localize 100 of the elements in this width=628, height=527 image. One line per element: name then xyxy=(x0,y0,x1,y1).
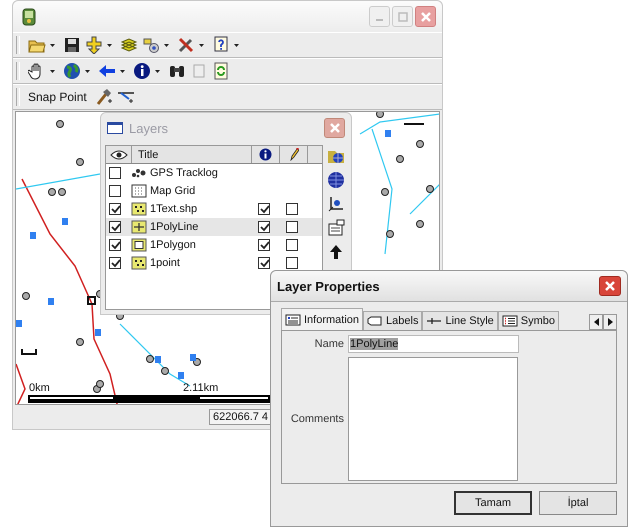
tag-icon xyxy=(367,315,384,327)
map-point xyxy=(48,188,56,196)
caret-icon[interactable] xyxy=(50,44,55,46)
comments-label: Comments xyxy=(290,413,344,425)
up-arrow-icon[interactable] xyxy=(327,243,345,261)
map-marker xyxy=(16,320,22,327)
layer-row[interactable]: 1Text.shp xyxy=(106,200,322,218)
window-title: Layers xyxy=(129,120,168,136)
map-marker xyxy=(62,218,68,225)
close-icon xyxy=(328,122,340,134)
info-checkbox[interactable] xyxy=(258,203,270,215)
map-point xyxy=(416,140,424,148)
map-point xyxy=(76,338,84,346)
eye-icon xyxy=(110,148,128,160)
layer-name: 1PolyLine xyxy=(150,221,198,233)
cancel-button[interactable]: İptal xyxy=(539,491,617,515)
info-checkbox[interactable] xyxy=(258,257,270,269)
maximize-icon xyxy=(398,12,408,22)
layer-row[interactable]: 1PolyLine xyxy=(106,218,322,236)
dialog-title: Layer Properties xyxy=(277,278,380,294)
scroll-left-button[interactable] xyxy=(589,314,603,330)
map-point xyxy=(56,120,64,128)
caret-icon[interactable] xyxy=(199,44,204,46)
help-icon[interactable] xyxy=(212,36,230,54)
gps-icon[interactable] xyxy=(142,36,160,54)
right-arrow-icon xyxy=(608,318,612,326)
info-icon[interactable] xyxy=(133,62,151,80)
map-marker xyxy=(155,356,161,363)
edit-checkbox[interactable] xyxy=(286,257,298,269)
pencil-icon xyxy=(288,148,298,161)
hammer-icon[interactable] xyxy=(94,88,113,106)
map-symbol xyxy=(21,349,37,355)
globe-icon[interactable] xyxy=(63,62,81,80)
map-point xyxy=(416,220,424,228)
caret-icon[interactable] xyxy=(234,44,239,46)
map-point xyxy=(381,188,389,196)
caret-icon[interactable] xyxy=(50,70,55,72)
map-point xyxy=(426,185,434,193)
name-field[interactable]: 1PolyLine xyxy=(348,335,519,353)
snap-point-label: Snap Point xyxy=(28,90,87,104)
map-point xyxy=(58,188,66,196)
scroll-right-button[interactable] xyxy=(603,314,617,330)
info-checkbox[interactable] xyxy=(258,221,270,233)
layer-row[interactable]: GPS Tracklog xyxy=(106,164,322,182)
layer-row[interactable]: Map Grid xyxy=(106,182,322,200)
minimize-icon xyxy=(376,18,383,20)
add-icon[interactable] xyxy=(85,36,103,54)
close-icon xyxy=(420,10,432,22)
ok-button[interactable]: Tamam xyxy=(454,491,532,515)
info-icon xyxy=(259,148,272,161)
document-icon xyxy=(285,314,301,326)
edit-checkbox[interactable] xyxy=(286,221,298,233)
tab[interactable]: Labels xyxy=(363,311,422,330)
dots-icon xyxy=(131,166,147,180)
map-point xyxy=(386,230,394,238)
coordinates-field: 622066.7 4 xyxy=(209,409,272,425)
visibility-checkbox[interactable] xyxy=(109,239,121,251)
tools-icon[interactable] xyxy=(177,36,195,54)
back-arrow-icon[interactable] xyxy=(98,62,116,80)
caret-icon[interactable] xyxy=(107,44,112,46)
visibility-checkbox[interactable] xyxy=(109,221,121,233)
app-icon xyxy=(21,8,37,26)
visibility-checkbox[interactable] xyxy=(109,257,121,269)
layer-name: GPS Tracklog xyxy=(150,167,218,179)
info-checkbox[interactable] xyxy=(258,239,270,251)
line-layer-icon xyxy=(131,220,147,234)
tab[interactable]: Symbo xyxy=(498,311,560,330)
tab[interactable]: Information xyxy=(281,308,364,330)
visibility-checkbox[interactable] xyxy=(109,203,121,215)
layer-name: 1Polygon xyxy=(150,239,196,251)
layer-name: Map Grid xyxy=(150,185,196,197)
layer-row[interactable]: 1Polygon xyxy=(106,236,322,254)
layers-icon[interactable] xyxy=(120,36,138,54)
axes-icon[interactable] xyxy=(327,195,345,213)
map-point xyxy=(76,158,84,166)
edit-checkbox[interactable] xyxy=(286,239,298,251)
layer-row[interactable]: 1point xyxy=(106,254,322,272)
globe-icon[interactable] xyxy=(327,171,345,189)
map-point xyxy=(146,355,154,363)
save-icon[interactable] xyxy=(63,36,81,54)
edit-checkbox[interactable] xyxy=(286,203,298,215)
caret-icon[interactable] xyxy=(120,70,125,72)
map-point xyxy=(161,367,169,375)
comments-field[interactable] xyxy=(348,357,518,481)
map-marker xyxy=(48,298,54,305)
caret-icon[interactable] xyxy=(164,44,169,46)
map-marker xyxy=(385,130,391,137)
visibility-checkbox[interactable] xyxy=(109,185,121,197)
tab[interactable]: Line Style xyxy=(422,311,498,330)
properties-icon[interactable] xyxy=(327,219,345,237)
caret-icon[interactable] xyxy=(85,70,90,72)
caret-icon[interactable] xyxy=(155,70,160,72)
grid-icon xyxy=(131,184,147,198)
scale-label: 0km xyxy=(29,382,50,394)
map-marker xyxy=(95,329,101,336)
visibility-checkbox[interactable] xyxy=(109,167,121,179)
map-symbol xyxy=(87,296,96,305)
close-button[interactable] xyxy=(599,276,621,296)
refresh-icon[interactable] xyxy=(212,62,230,80)
window-icon xyxy=(107,122,123,134)
